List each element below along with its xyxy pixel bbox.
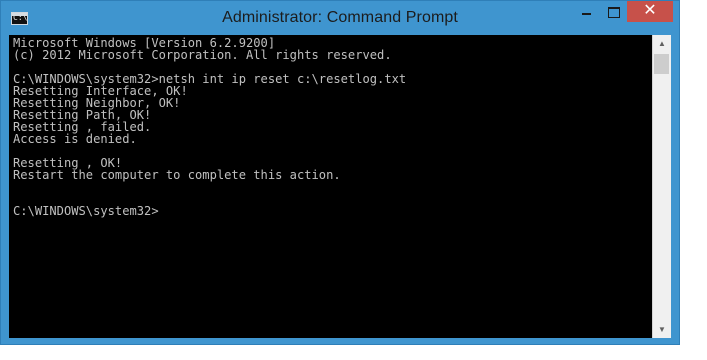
console-output[interactable]: Microsoft Windows [Version 6.2.9200] (c)… [9,35,652,338]
maximize-button[interactable] [600,1,627,22]
close-button[interactable]: ✕ [627,1,673,22]
console-text: Microsoft Windows [Version 6.2.9200] (c)… [9,35,652,217]
vertical-scrollbar[interactable]: ▲ ▼ [652,35,671,338]
console-line: Access is denied. [13,132,137,146]
console-line: (c) 2012 Microsoft Corporation. All righ… [13,48,392,62]
scroll-up-arrow-icon[interactable]: ▲ [653,35,671,52]
console-line: Restart the computer to complete this ac… [13,168,341,182]
title-bar[interactable]: C:\ Administrator: Command Prompt ✕ [1,1,679,35]
scrollbar-thumb[interactable] [654,54,669,74]
console-line: C:\WINDOWS\system32> [13,204,159,218]
command-prompt-window: C:\ Administrator: Command Prompt ✕ Micr… [0,0,680,345]
minimize-button[interactable] [573,1,600,22]
scroll-down-arrow-icon[interactable]: ▼ [653,321,671,338]
window-controls: ✕ [573,1,673,22]
